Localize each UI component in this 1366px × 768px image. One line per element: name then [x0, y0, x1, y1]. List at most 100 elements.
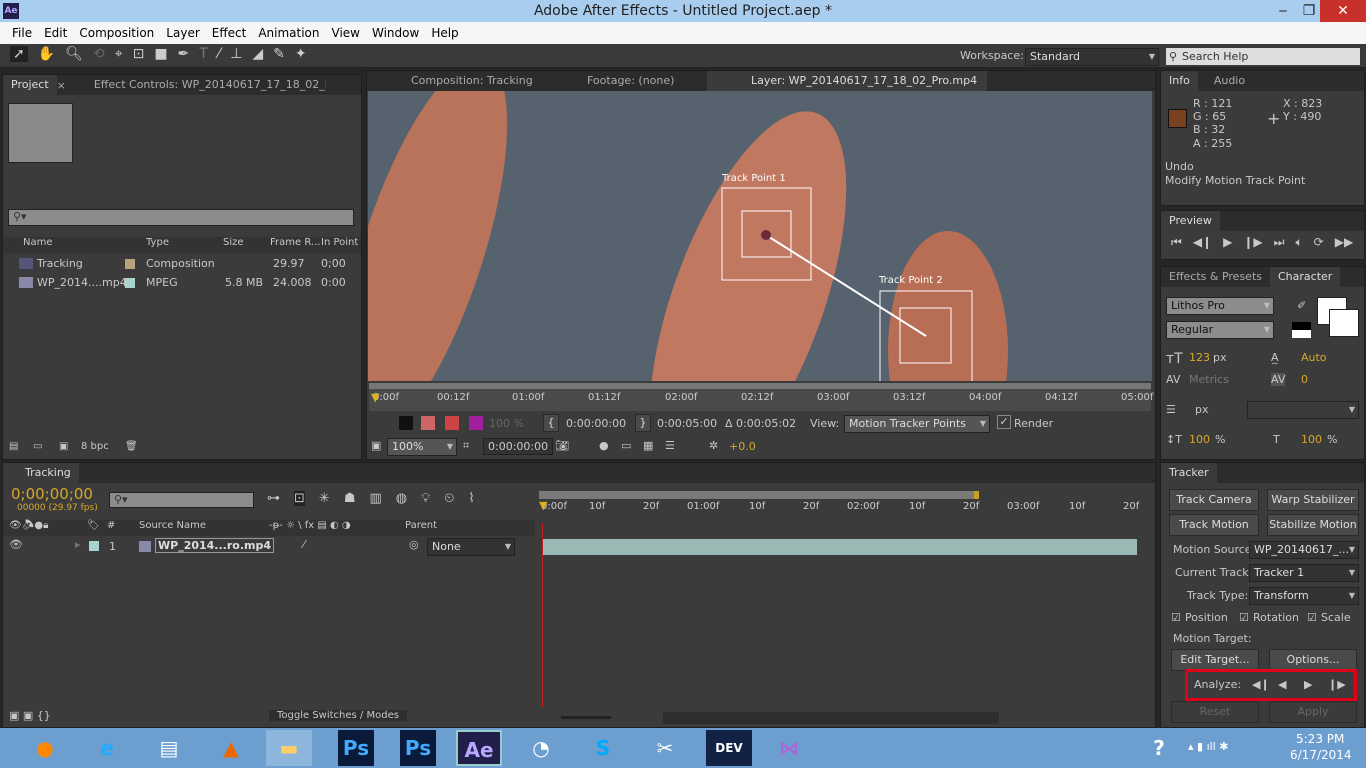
- shy-layers-icon[interactable]: ☗: [344, 491, 356, 506]
- type-icon[interactable]: T: [199, 46, 208, 62]
- tab-tracking-comp[interactable]: Tracking: [3, 463, 79, 483]
- draft-3d-icon[interactable]: ✳: [319, 491, 330, 506]
- eraser-icon[interactable]: ◢: [252, 46, 263, 62]
- track-camera-button[interactable]: Track Camera: [1169, 489, 1259, 511]
- zoom-slider[interactable]: [561, 716, 611, 719]
- expand-arrow-icon[interactable]: ▸: [75, 538, 81, 551]
- menu-composition[interactable]: Composition: [73, 26, 160, 40]
- taskbar-visual-studio[interactable]: ⋈: [766, 730, 812, 766]
- tab-footage[interactable]: Footage: (none): [557, 71, 707, 91]
- taskbar-devcpp[interactable]: DEV: [706, 730, 752, 766]
- horizontal-scale-value[interactable]: 100: [1301, 433, 1322, 446]
- layer-name[interactable]: WP_2014...ro.mp4: [155, 538, 274, 553]
- track-type-dropdown[interactable]: Transform: [1249, 587, 1359, 605]
- tab-tracker[interactable]: Tracker: [1161, 463, 1217, 483]
- playhead-icon[interactable]: ▼: [539, 499, 547, 512]
- parent-dropdown[interactable]: None: [427, 538, 515, 556]
- col-in-point[interactable]: In Point: [321, 237, 358, 248]
- col-name[interactable]: Name: [23, 237, 53, 248]
- eyedropper-icon[interactable]: ✐: [1297, 299, 1306, 312]
- timeline-search-input[interactable]: ⚲▾: [109, 492, 254, 508]
- opacity-value[interactable]: 100 %: [489, 417, 524, 430]
- taskbar-snipping[interactable]: ✂: [642, 730, 688, 766]
- taskbar-ie[interactable]: e: [84, 730, 130, 766]
- tray-icons[interactable]: ▴ ▮ ıll ✱: [1188, 740, 1228, 753]
- quality-switch-icon[interactable]: ⁄: [303, 538, 305, 551]
- font-size-value[interactable]: 123: [1189, 351, 1210, 364]
- col-frame-rate[interactable]: Frame R...: [270, 237, 320, 248]
- set-in-button[interactable]: {: [543, 414, 559, 432]
- time-ruler[interactable]: 0:00f 00:12f 01:00f 01:12f 02:00f 02:12f…: [369, 383, 1153, 411]
- channel-icon[interactable]: ●: [599, 439, 609, 452]
- puppet-pin-icon[interactable]: ✦: [295, 46, 307, 62]
- rotation-checkbox[interactable]: ☑: [1239, 611, 1249, 624]
- col-source-name[interactable]: Source Name: [139, 520, 206, 531]
- previous-frame-icon[interactable]: ◀❙: [1193, 235, 1212, 250]
- auto-keyframe-icon[interactable]: ⏲: [444, 491, 454, 506]
- playhead-icon[interactable]: ▼: [371, 391, 379, 404]
- menu-help[interactable]: Help: [425, 26, 464, 40]
- stroke-color-swatch[interactable]: [1329, 309, 1359, 337]
- taskbar-media[interactable]: ◔: [518, 730, 564, 766]
- scale-checkbox[interactable]: ☑: [1307, 611, 1317, 624]
- current-track-dropdown[interactable]: Tracker 1: [1249, 564, 1359, 582]
- footage-frame[interactable]: [368, 91, 1152, 381]
- new-composition-icon[interactable]: ▣: [59, 441, 68, 452]
- tab-project[interactable]: Project: [3, 75, 57, 95]
- analyze-forward-frame-icon[interactable]: ❙▶: [1328, 678, 1346, 691]
- interpret-footage-icon[interactable]: ▤: [9, 441, 18, 452]
- menu-window[interactable]: Window: [366, 26, 425, 40]
- bpc-button[interactable]: 8 bpc: [81, 441, 109, 452]
- menu-animation[interactable]: Animation: [252, 26, 325, 40]
- layer-label-color[interactable]: [89, 541, 99, 551]
- region-of-interest-icon[interactable]: ⌗: [463, 439, 469, 453]
- clone-stamp-icon[interactable]: ⊥: [230, 46, 242, 62]
- tab-character[interactable]: Character: [1270, 267, 1341, 287]
- menu-layer[interactable]: Layer: [160, 26, 205, 40]
- visibility-icon[interactable]: 👁︎: [9, 538, 23, 551]
- menu-edit[interactable]: Edit: [38, 26, 73, 40]
- font-family-dropdown[interactable]: Lithos Pro: [1166, 297, 1274, 315]
- pick-whip-icon[interactable]: ◎: [409, 538, 419, 551]
- magnification-dropdown[interactable]: 100%: [387, 438, 457, 456]
- last-frame-icon[interactable]: ⏭: [1274, 235, 1285, 250]
- help-icon[interactable]: ?: [1136, 730, 1182, 766]
- project-row[interactable]: Tracking Composition 29.97 0;00: [3, 255, 361, 273]
- col-type[interactable]: Type: [146, 237, 169, 248]
- menu-view[interactable]: View: [326, 26, 366, 40]
- current-time-indicator[interactable]: [542, 523, 543, 707]
- stroke-unit[interactable]: px: [1195, 403, 1209, 416]
- comp-mini-flowchart-icon[interactable]: ⊶: [267, 491, 280, 506]
- taskbar-matlab[interactable]: ▲: [208, 730, 254, 766]
- leading-value[interactable]: Auto: [1301, 351, 1327, 364]
- mute-icon[interactable]: 🔈︎: [1295, 235, 1302, 250]
- tab-info[interactable]: Info: [1161, 71, 1198, 91]
- next-frame-icon[interactable]: ❙▶: [1243, 235, 1262, 250]
- reset-button[interactable]: Reset: [1171, 701, 1259, 723]
- onion-skin-icon[interactable]: [421, 416, 435, 430]
- track-motion-button[interactable]: Track Motion: [1169, 514, 1259, 536]
- delete-icon[interactable]: 🗑︎: [125, 441, 138, 452]
- rotate-icon[interactable]: ⟲: [93, 46, 105, 62]
- motion-blur-icon[interactable]: [399, 416, 413, 430]
- onion-skin-2-icon[interactable]: [445, 416, 459, 430]
- brainstorm-icon[interactable]: 💡︎: [421, 491, 430, 506]
- time-ruler[interactable]: 0:00f 10f 20f 01:00f 10f 20f 02:00f 10f …: [539, 489, 1139, 533]
- apply-button[interactable]: Apply: [1269, 701, 1357, 723]
- view-dropdown[interactable]: Motion Tracker Points: [844, 415, 990, 433]
- analyze-backward-icon[interactable]: ◀: [1278, 678, 1286, 691]
- current-timecode[interactable]: 0;00;00;00: [11, 485, 93, 503]
- tab-composition[interactable]: Composition: Tracking: [367, 71, 557, 91]
- tracking-value[interactable]: 0: [1301, 373, 1308, 386]
- position-checkbox[interactable]: ☑: [1171, 611, 1181, 624]
- workspace-dropdown[interactable]: Standard: [1025, 48, 1159, 66]
- tab-audio[interactable]: Audio: [1206, 71, 1253, 91]
- minimize-button[interactable]: ‒: [1270, 0, 1296, 22]
- warp-stabilizer-button[interactable]: Warp Stabilizer: [1267, 489, 1359, 511]
- play-icon[interactable]: ▶: [1223, 235, 1232, 250]
- restore-button[interactable]: ❐: [1296, 0, 1322, 22]
- first-frame-icon[interactable]: ⏮: [1171, 235, 1182, 250]
- frame-blending-icon[interactable]: ▥: [369, 491, 381, 506]
- kerning-value[interactable]: Metrics: [1189, 373, 1229, 386]
- font-style-dropdown[interactable]: Regular: [1166, 321, 1274, 339]
